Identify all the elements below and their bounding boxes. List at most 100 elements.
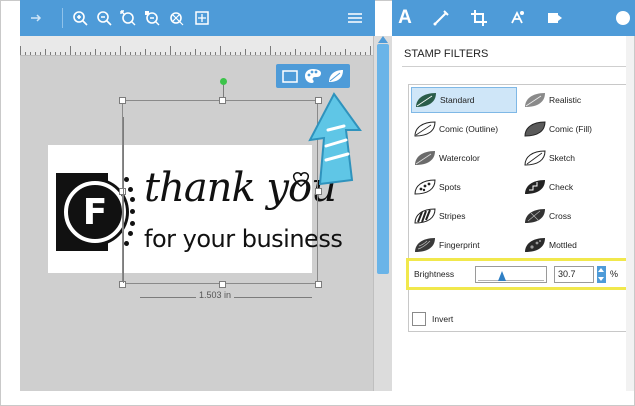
mottled-leaf-icon	[521, 234, 549, 256]
ruler-tick	[135, 52, 136, 55]
filter-check[interactable]: Check	[521, 174, 627, 200]
horizontal-ruler	[20, 36, 375, 56]
draw-icon[interactable]	[430, 7, 452, 29]
ruler-tick	[125, 52, 126, 55]
slider-knob[interactable]	[498, 271, 506, 281]
ruler-tick	[190, 52, 191, 55]
ruler-tick	[225, 52, 226, 55]
zoom-selected-icon[interactable]	[142, 8, 162, 28]
ruler-tick	[145, 49, 146, 55]
ruler-tick	[155, 52, 156, 55]
filter-cross[interactable]: Cross	[521, 203, 627, 229]
ruler-tick	[250, 52, 251, 55]
resize-handle-br[interactable]	[315, 281, 322, 288]
resize-handle-b[interactable]	[219, 281, 226, 288]
ruler-tick	[285, 52, 286, 55]
page-fit-icon[interactable]	[192, 8, 212, 28]
ruler-tick	[25, 52, 26, 55]
zoom-out-icon[interactable]	[94, 8, 114, 28]
filter-standard[interactable]: Standard	[411, 87, 517, 113]
brightness-label: Brightness	[414, 269, 455, 279]
ruler-tick	[55, 52, 56, 55]
rotation-handle[interactable]	[220, 78, 227, 85]
ruler-tick	[245, 49, 246, 55]
toolbar-divider	[62, 8, 63, 28]
brightness-slider[interactable]	[475, 266, 547, 283]
menu-icon[interactable]	[344, 7, 366, 29]
ruler-tick	[370, 46, 371, 55]
filter-fingerprint[interactable]: Fingerprint	[411, 232, 517, 258]
filter-sketch[interactable]: Sketch	[521, 145, 627, 171]
ruler-tick	[85, 52, 86, 55]
resize-handle-tl[interactable]	[119, 97, 126, 104]
ruler-tick	[120, 46, 121, 55]
ruler-tick	[75, 52, 76, 55]
filter-spots[interactable]: Spots	[411, 174, 517, 200]
ruler-tick	[150, 52, 151, 55]
scroll-thumb[interactable]	[377, 44, 389, 274]
ruler-tick	[100, 52, 101, 55]
ruler-tick	[345, 49, 346, 55]
send-icon[interactable]	[544, 7, 566, 29]
filter-watercolor[interactable]: Watercolor	[411, 145, 517, 171]
panel-scrollbar[interactable]	[626, 36, 634, 391]
zoom-in-icon[interactable]	[70, 8, 90, 28]
ruler-tick	[50, 52, 51, 55]
ruler-tick	[40, 52, 41, 55]
ruler-tick	[325, 52, 326, 55]
text-icon[interactable]: A	[394, 7, 416, 29]
trace-icon[interactable]	[506, 7, 528, 29]
stamp-leaf-icon[interactable]	[326, 67, 346, 85]
zoom-fit-icon[interactable]	[118, 8, 138, 28]
ruler-tick	[330, 52, 331, 55]
ruler-tick	[295, 49, 296, 55]
filter-comic-outline[interactable]: Comic (Outline)	[411, 116, 517, 142]
ruler-tick	[260, 52, 261, 55]
comic-outline-leaf-icon	[411, 118, 439, 140]
panel-title: STAMP FILTERS	[404, 48, 489, 60]
ruler-tick	[300, 52, 301, 55]
pan-icon[interactable]	[166, 8, 186, 28]
ruler-tick	[360, 52, 361, 55]
ruler-tick	[170, 46, 171, 55]
ruler-tick	[265, 52, 266, 55]
height-dimension-line	[123, 117, 124, 283]
resize-handle-t[interactable]	[219, 97, 226, 104]
spots-leaf-icon	[411, 176, 439, 198]
fingerprint-leaf-icon	[411, 234, 439, 256]
invert-option[interactable]: Invert	[412, 312, 453, 326]
invert-label: Invert	[432, 314, 454, 324]
ruler-tick	[255, 52, 256, 55]
scroll-up-arrow[interactable]	[378, 36, 388, 43]
selection-box[interactable]	[122, 100, 318, 284]
ruler-tick	[160, 52, 161, 55]
ruler-tick	[20, 46, 21, 55]
stamp-icon[interactable]	[612, 7, 634, 29]
invert-checkbox[interactable]	[412, 312, 426, 326]
ruler-tick	[60, 52, 61, 55]
arrow-right-icon[interactable]	[26, 8, 46, 28]
check-leaf-icon	[521, 176, 549, 198]
realistic-leaf-icon	[521, 89, 549, 111]
crop-icon[interactable]	[468, 7, 490, 29]
standard-leaf-icon	[412, 89, 440, 111]
filter-realistic[interactable]: Realistic	[521, 87, 627, 113]
ruler-tick	[220, 46, 221, 55]
ruler-tick	[115, 52, 116, 55]
canvas-vertical-scrollbar[interactable]	[373, 36, 392, 391]
filter-mottled[interactable]: Mottled	[521, 232, 627, 258]
ruler-tick	[180, 52, 181, 55]
brightness-spinner[interactable]	[597, 266, 606, 283]
brightness-value-field[interactable]: 30.7	[554, 266, 594, 283]
palette-icon[interactable]	[303, 67, 323, 85]
filter-comic-fill[interactable]: Comic (Fill)	[521, 116, 627, 142]
ruler-tick	[90, 52, 91, 55]
rectangle-icon[interactable]	[280, 67, 300, 85]
stamp-filters-panel: STAMP FILTERS Standard Comic (Outline) W…	[398, 40, 632, 392]
ruler-tick	[185, 52, 186, 55]
filter-stripes[interactable]: Stripes	[411, 203, 517, 229]
ruler-tick	[340, 52, 341, 55]
canvas-toolbar	[20, 0, 375, 36]
ruler-tick	[275, 52, 276, 55]
ruler-tick	[35, 52, 36, 55]
